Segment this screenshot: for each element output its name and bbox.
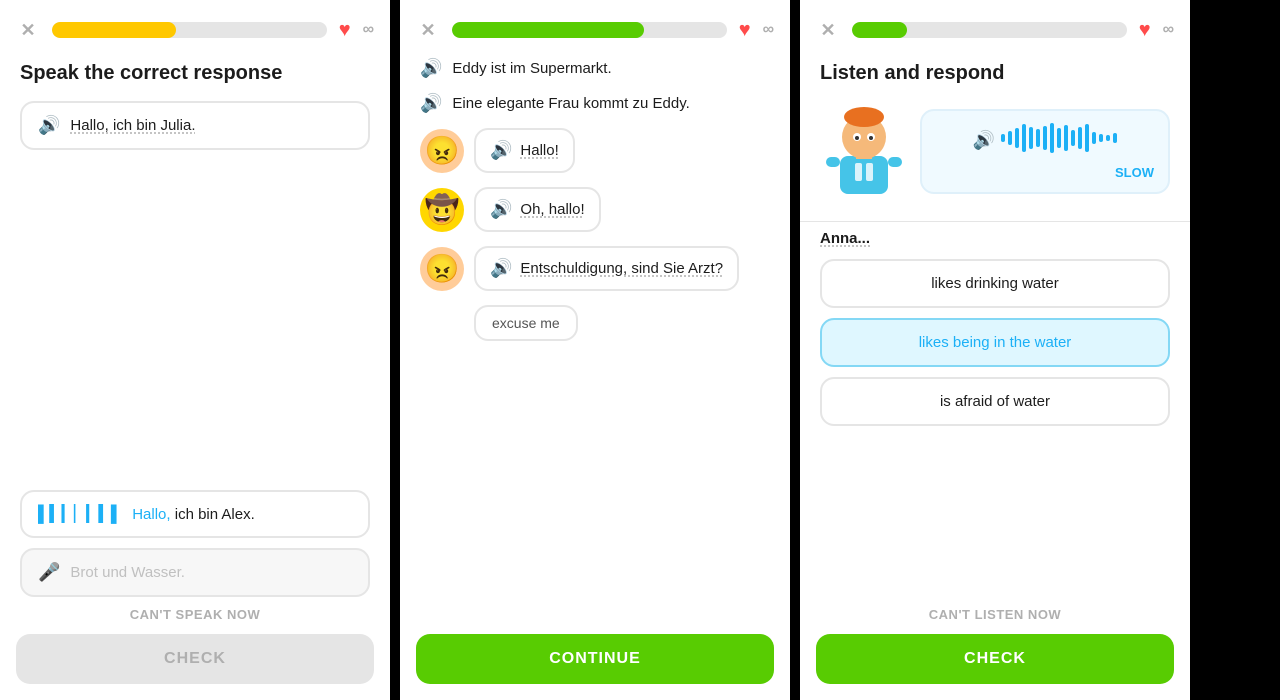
panel3-audio-wave-box[interactable]: 🔊 xyxy=(920,109,1170,194)
panel3-progress-fill xyxy=(852,22,907,38)
panel2-sentence2: 🔊 Eine elegante Frau kommt zu Eddy. xyxy=(420,93,770,114)
panel1-response-rest: ich bin Alex. xyxy=(171,506,255,523)
panel3-infinity-icon: ∞ xyxy=(1163,21,1174,39)
panel1-response-text: Hallo, ich bin Alex. xyxy=(132,506,255,523)
panel1-mic-placeholder: Brot und Wasser. xyxy=(70,564,185,581)
panel2-sentence1: 🔊 Eddy ist im Supermarkt. xyxy=(420,58,770,79)
panel3-header: ✕ ♥ ∞ xyxy=(800,0,1190,54)
panel2-chat-row3: 😠 🔊 Entschuldigung, sind Sie Arzt? xyxy=(420,246,770,291)
panel2-avatar3: 😠 xyxy=(420,247,464,291)
panel3-option1[interactable]: likes drinking water xyxy=(820,259,1170,308)
panel2-chat-bubble3[interactable]: 🔊 Entschuldigung, sind Sie Arzt? xyxy=(474,246,739,291)
panel2-close-button[interactable]: ✕ xyxy=(416,18,440,42)
panel2-chat-text3: Entschuldigung, sind Sie Arzt? xyxy=(520,260,723,277)
panel2-tooltip: excuse me xyxy=(474,305,578,341)
panel1-progress-fill xyxy=(52,22,176,38)
panel1-prompt-bubble[interactable]: 🔊 Hallo, ich bin Julia. xyxy=(20,101,370,150)
panel2-sound-icon2[interactable]: 🔊 xyxy=(420,93,442,114)
panel1-mic-input[interactable]: 🎤 Brot und Wasser. xyxy=(20,548,370,597)
panel3-option2[interactable]: likes being in the water xyxy=(820,318,1170,367)
panel3-slow-label[interactable]: SLOW xyxy=(1115,165,1154,180)
panel2-avatar2: 🤠 xyxy=(420,188,464,232)
panel3-cant-listen[interactable]: CAN'T LISTEN NOW xyxy=(800,607,1190,634)
panel1-title: Speak the correct response xyxy=(0,54,390,101)
panel1-progress-bar xyxy=(52,22,327,38)
panel2-chat-sound3[interactable]: 🔊 xyxy=(490,258,512,279)
panel2-header: ✕ ♥ ∞ xyxy=(400,0,790,54)
panel2-chat-row1: 😠 🔊 Hallo! xyxy=(420,128,770,173)
panel1-waveform-icon: ▌▍▎▏▎▍▌ xyxy=(38,504,122,524)
panel3-heart-icon: ♥ xyxy=(1139,19,1151,42)
panel3-check-button[interactable]: CHECK xyxy=(816,634,1174,684)
panel2-sound-icon1[interactable]: 🔊 xyxy=(420,58,442,79)
panel2-chat-text1: Hallo! xyxy=(520,142,558,159)
panel1-header: ✕ ♥ ∞ xyxy=(0,0,390,54)
panel-listen: ✕ ♥ ∞ Listen and respond xyxy=(800,0,1190,700)
panel2-chat-text2: Oh, hallo! xyxy=(520,201,584,218)
panel2-chat-row2: 🤠 🔊 Oh, hallo! xyxy=(420,187,770,232)
panel-chat: ✕ ♥ ∞ 🔊 Eddy ist im Supermarkt. 🔊 Eine e… xyxy=(400,0,790,700)
panel1-heart-icon: ♥ xyxy=(339,19,351,42)
panel2-heart-icon: ♥ xyxy=(739,19,751,42)
panel1-response-bubble: ▌▍▎▏▎▍▌ Hallo, ich bin Alex. xyxy=(20,490,370,538)
panel1-cant-speak[interactable]: CAN'T SPEAK NOW xyxy=(0,607,390,634)
panel3-option3[interactable]: is afraid of water xyxy=(820,377,1170,426)
panel3-character xyxy=(820,101,908,201)
panel2-sentence2-text: Eine elegante Frau kommt zu Eddy. xyxy=(452,93,689,112)
panel1-highlight: Hallo, xyxy=(132,506,170,523)
panel3-anna-label: Anna... xyxy=(800,226,1190,259)
panel2-chat-sound2[interactable]: 🔊 xyxy=(490,199,512,220)
panel2-chat-sound1[interactable]: 🔊 xyxy=(490,140,512,161)
panel2-continue-button[interactable]: CONTINUE xyxy=(416,634,774,684)
panel1-check-button[interactable]: CHECK xyxy=(16,634,374,684)
panel1-mic-icon: 🎤 xyxy=(38,562,60,583)
panel-speak: ✕ ♥ ∞ Speak the correct response 🔊 Hallo… xyxy=(0,0,390,700)
panel3-divider xyxy=(800,221,1190,222)
panel2-avatar1: 😠 xyxy=(420,129,464,173)
panel3-illustration: 🔊 xyxy=(800,101,1190,217)
panel1-sound-icon[interactable]: 🔊 xyxy=(38,115,60,136)
panel2-sentence1-text: Eddy ist im Supermarkt. xyxy=(452,58,611,77)
panel2-infinity-icon: ∞ xyxy=(763,21,774,39)
panel3-audio-icon: 🔊 xyxy=(973,130,995,151)
panel3-close-button[interactable]: ✕ xyxy=(816,18,840,42)
panel2-content: 🔊 Eddy ist im Supermarkt. 🔊 Eine elegant… xyxy=(400,54,790,634)
panel1-infinity-icon: ∞ xyxy=(363,21,374,39)
panel1-close-button[interactable]: ✕ xyxy=(16,18,40,42)
panel2-chat-bubble2[interactable]: 🔊 Oh, hallo! xyxy=(474,187,601,232)
panel1-prompt-text: Hallo, ich bin Julia. xyxy=(70,117,195,134)
panel2-progress-fill xyxy=(452,22,644,38)
panel3-title: Listen and respond xyxy=(800,54,1190,101)
panel3-progress-bar xyxy=(852,22,1127,38)
panel2-progress-bar xyxy=(452,22,727,38)
panel3-wave-bars xyxy=(1001,123,1117,153)
panel2-chat-bubble1[interactable]: 🔊 Hallo! xyxy=(474,128,575,173)
